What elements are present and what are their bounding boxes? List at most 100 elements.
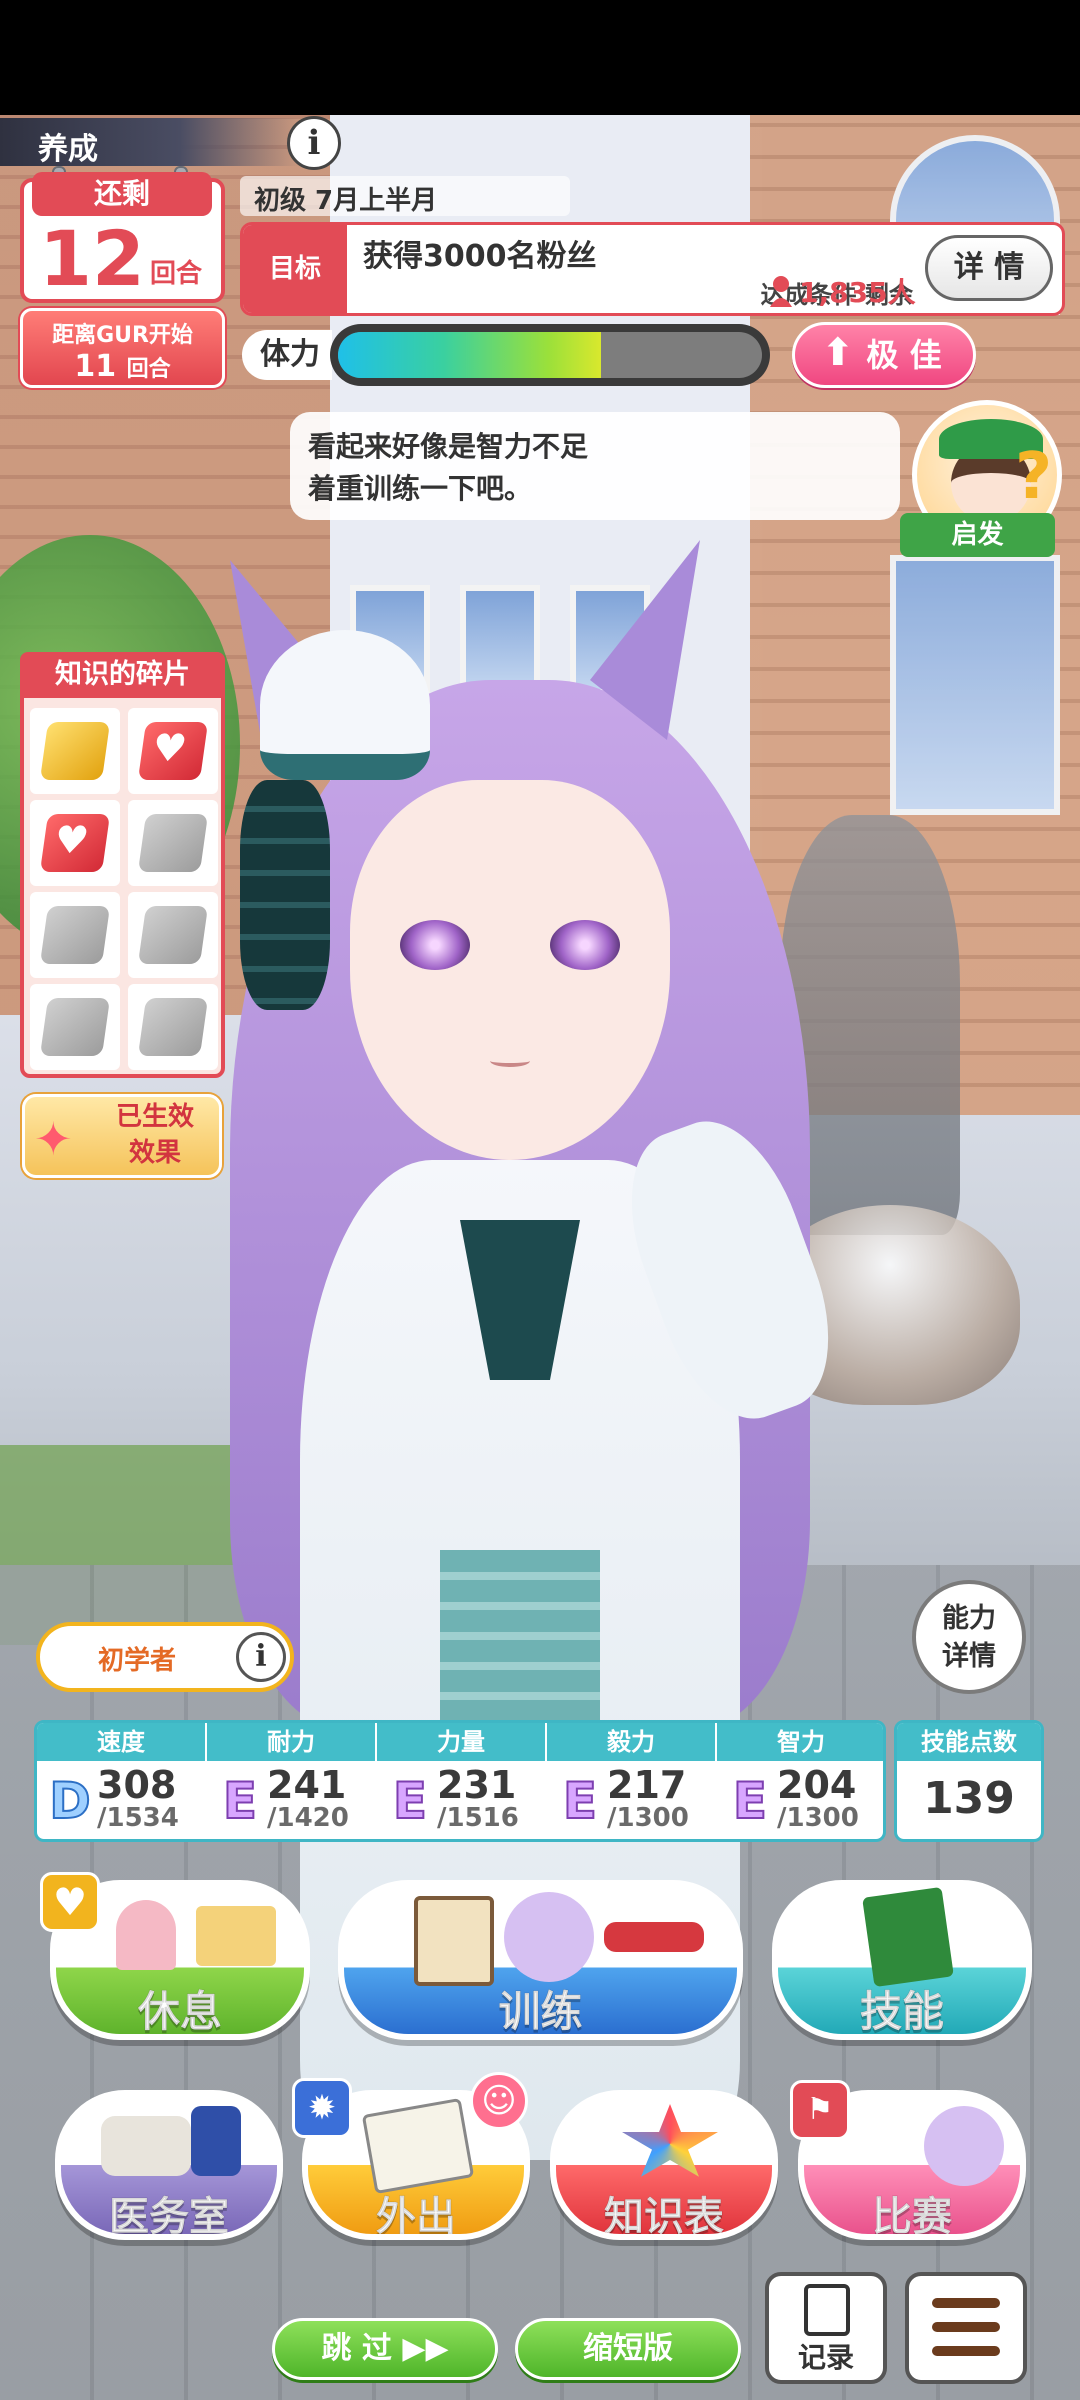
stat-detail-button[interactable]: 能力 详情 (912, 1580, 1026, 1694)
fragment-slot-empty (128, 892, 218, 978)
character-chibi-icon (504, 1892, 594, 1982)
fragment-slot-empty (128, 984, 218, 1070)
train-label: 训练 (498, 1987, 583, 2036)
mode-label: 养成 (0, 118, 300, 167)
character-eye-left (400, 920, 470, 970)
sparkle-icon: ✦ (34, 1112, 73, 1166)
goal-remaining: 1,835人 (799, 276, 916, 309)
stat-name: 智力 (717, 1723, 883, 1761)
heart-fragment-icon (39, 814, 111, 872)
skill-book-icon (862, 1886, 954, 1988)
stat-value: 241 (267, 1763, 347, 1807)
dialog-line-1: 看起来好像是智力不足 (308, 430, 589, 463)
knowledge-fragments-title: 知识的碎片 (20, 652, 225, 698)
knowledge-table-button[interactable]: 知识表 (550, 2090, 778, 2240)
stat-max: /1516 (437, 1803, 519, 1833)
gold-fragment-icon (39, 722, 111, 780)
hamburger-menu-icon (932, 2298, 1000, 2308)
question-mark-icon: ? (1015, 440, 1053, 514)
title-label: 初学者 (98, 1646, 177, 1676)
window (890, 555, 1060, 815)
skill-points-value: 139 (923, 1773, 1015, 1824)
stat-0: 速度 D 308/1534 (37, 1723, 207, 1839)
log-label: 记录 (797, 2341, 854, 2374)
active-effects-label: 已生效 效果 (100, 1099, 210, 1171)
pillow-icon (101, 2116, 191, 2176)
stamina-track (338, 332, 762, 378)
heart-fragment-icon (137, 722, 209, 780)
can-icon (191, 2106, 241, 2176)
race-label: 比赛 (872, 2194, 953, 2240)
mood-button[interactable]: 极 佳 (792, 322, 976, 388)
skip-button[interactable]: 跳 过 ▶▶ (272, 2318, 498, 2380)
gur-title: 距离GUR开始 (52, 323, 193, 348)
advisor-label[interactable]: 启发 (900, 513, 1055, 557)
empty-fragment-icon (137, 906, 209, 964)
character-eye-right (550, 920, 620, 970)
flame-badge-icon: ✹ (292, 2078, 352, 2138)
empty-fragment-icon (137, 814, 209, 872)
stat-max: /1420 (267, 1803, 349, 1833)
hamburger-menu-icon (932, 2322, 1000, 2332)
date-label: 初级 7月上半月 (240, 176, 570, 216)
stat-4: 智力 E 204/1300 (717, 1723, 883, 1839)
smile-badge-icon: ☺ (470, 2072, 528, 2130)
gur-countdown-card: 距离GUR开始 11 回合 (20, 308, 225, 388)
advisor-dialog: 看起来好像是智力不足 着重训练一下吧。 (290, 412, 900, 520)
stat-name: 毅力 (547, 1723, 717, 1761)
skill-points-panel: 技能点数 139 (894, 1720, 1044, 1842)
turns-count: 12 (39, 214, 145, 303)
stat-max: /1300 (777, 1803, 859, 1833)
fragment-slot-empty (128, 800, 218, 886)
empty-fragment-icon (39, 906, 111, 964)
skill-button[interactable]: 技能 (772, 1880, 1032, 2040)
stats-panel: 速度 D 308/1534 耐力 E 241/1420 力量 E 231/1516 毅力 E 217/… (34, 1720, 886, 1842)
stat-grade: D (48, 1771, 92, 1831)
info-icon[interactable]: i (287, 116, 341, 170)
outing-label: 外出 (376, 2194, 457, 2240)
stat-detail-line-2: 详情 (942, 1641, 996, 1672)
stat-value: 204 (777, 1763, 857, 1807)
turns-unit: 回合 (150, 259, 203, 289)
goal-tag: 目标 (243, 225, 347, 313)
stat-2: 力量 E 231/1516 (377, 1723, 547, 1839)
stat-grade: E (732, 1771, 768, 1831)
gur-count: 11 (74, 349, 117, 384)
train-button[interactable]: 训练 (338, 1880, 743, 2040)
short-version-button[interactable]: 缩短版 (515, 2318, 741, 2380)
infirmary-button[interactable]: 医务室 (55, 2090, 283, 2240)
fragment-slot-empty (30, 984, 120, 1070)
stamina-label: 体力 (242, 330, 332, 380)
goal-detail-button[interactable]: 详 情 (925, 235, 1053, 301)
heart-badge-icon: ♥ (40, 1872, 100, 1932)
stat-name: 速度 (37, 1723, 207, 1761)
stat-grade: E (392, 1771, 428, 1831)
fragment-slot-heart (128, 708, 218, 794)
rest-label: 休息 (137, 1987, 222, 2036)
empty-fragment-icon (39, 998, 111, 1056)
mood-label: 极 佳 (866, 336, 942, 374)
dialog-line-2: 着重训练一下吧。 (308, 472, 533, 505)
stamina-fill (338, 332, 601, 378)
stat-value: 231 (437, 1763, 517, 1807)
gur-count-line: 11 回合 (23, 349, 222, 384)
stamina-bar (330, 324, 770, 386)
stat-3: 毅力 E 217/1300 (547, 1723, 717, 1839)
fragment-slot-empty (30, 892, 120, 978)
gur-unit: 回合 (126, 357, 171, 382)
character-mouth (490, 1055, 530, 1067)
effect-line-2: 效果 (128, 1138, 181, 1168)
character-face (350, 780, 670, 1160)
book-icon (196, 1906, 276, 1966)
fan-icon (770, 276, 792, 307)
fragment-slot-gold (30, 708, 120, 794)
dumbbell-icon (604, 1922, 704, 1952)
character-hair-bow (240, 780, 330, 1010)
stat-value: 308 (97, 1763, 177, 1807)
goal-text: 获得3000名粉丝 (363, 239, 597, 274)
notepad-icon (804, 2284, 850, 2336)
stat-name: 耐力 (207, 1723, 377, 1761)
stat-1: 耐力 E 241/1420 (207, 1723, 377, 1839)
knowledge-table-label: 知识表 (604, 2194, 725, 2240)
title-info-icon[interactable]: i (236, 1632, 286, 1682)
